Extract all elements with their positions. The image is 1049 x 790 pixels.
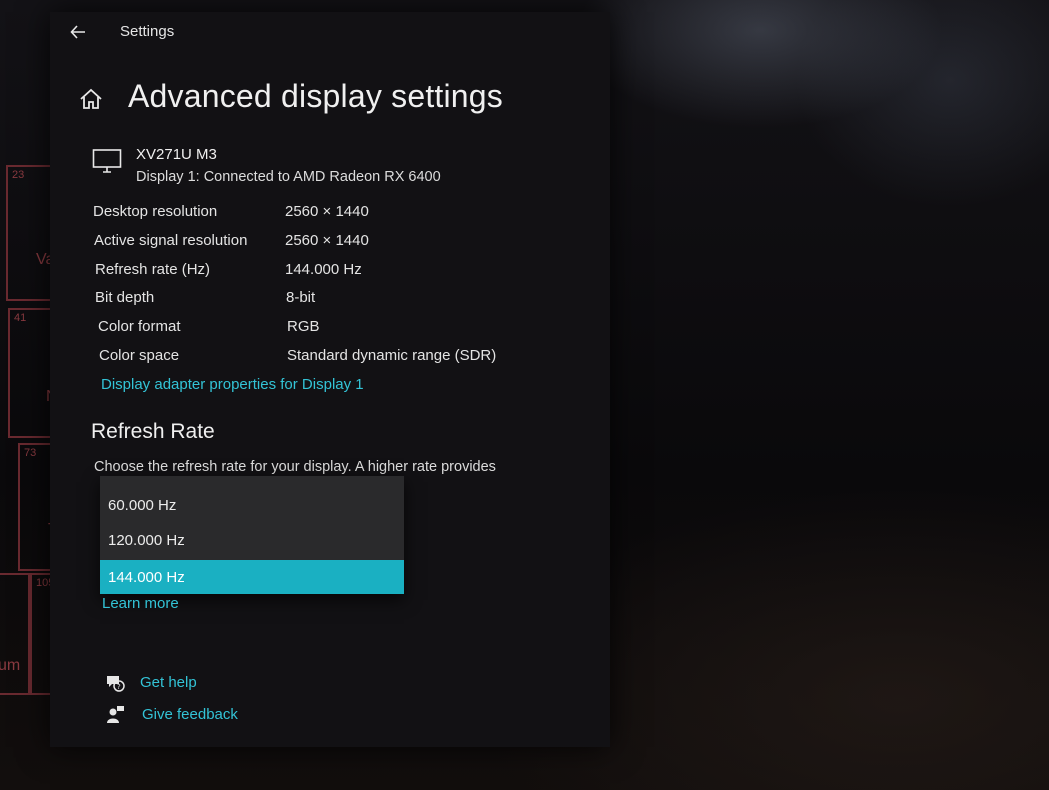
info-value: 2560 × 1440 bbox=[285, 203, 369, 220]
arrow-left-icon bbox=[70, 25, 85, 39]
wallpaper-cell-name: um bbox=[0, 657, 21, 674]
title-bar: Settings bbox=[50, 12, 610, 52]
refresh-option-144-selected[interactable]: 144.000 Hz bbox=[100, 560, 404, 594]
refresh-option-60[interactable]: 60.000 Hz bbox=[100, 488, 404, 522]
info-row-active-signal-resolution: Active signal resolution 2560 × 1440 bbox=[93, 232, 553, 261]
home-icon[interactable] bbox=[78, 86, 104, 112]
refresh-option-120[interactable]: 120.000 Hz bbox=[100, 523, 404, 557]
refresh-option-label: 144.000 Hz bbox=[108, 569, 185, 586]
learn-more-link[interactable]: Learn more bbox=[102, 595, 179, 612]
svg-text:?: ? bbox=[117, 683, 121, 691]
give-feedback-link[interactable]: Give feedback bbox=[142, 706, 238, 723]
window-title: Settings bbox=[120, 23, 175, 40]
wallpaper-cell-number: 23 bbox=[12, 169, 25, 181]
chat-help-icon: ? bbox=[107, 676, 125, 692]
info-label: Refresh rate (Hz) bbox=[95, 260, 211, 278]
monitor-connection: Display 1: Connected to AMD Radeon RX 64… bbox=[136, 169, 441, 185]
info-row-color-format: Color format RGB bbox=[93, 318, 553, 347]
wallpaper-cell: um bbox=[0, 573, 30, 695]
info-row-bit-depth: Bit depth 8-bit bbox=[93, 289, 553, 318]
refresh-rate-heading: Refresh Rate bbox=[91, 420, 215, 443]
get-help-link[interactable]: Get help bbox=[140, 674, 197, 691]
info-row-desktop-resolution: Desktop resolution 2560 × 1440 bbox=[93, 203, 553, 232]
info-label: Color space bbox=[99, 346, 180, 364]
page-title: Advanced display settings bbox=[128, 78, 503, 114]
info-value: RGB bbox=[287, 318, 320, 336]
feedback-person-icon bbox=[107, 706, 124, 723]
refresh-option-label: 120.000 Hz bbox=[108, 532, 185, 549]
info-row-color-space: Color space Standard dynamic range (SDR) bbox=[93, 347, 553, 376]
refresh-option-label: 60.000 Hz bbox=[108, 497, 177, 514]
info-label: Desktop resolution bbox=[93, 203, 218, 220]
refresh-rate-dropdown[interactable]: 60.000 Hz 120.000 Hz 144.000 Hz bbox=[100, 476, 404, 594]
settings-window: Settings Advanced display settings XV271… bbox=[50, 12, 610, 747]
info-label: Active signal resolution bbox=[94, 231, 248, 249]
refresh-rate-description: Choose the refresh rate for your display… bbox=[94, 459, 496, 475]
back-button[interactable] bbox=[66, 20, 90, 44]
wallpaper-cell-number: 41 bbox=[14, 312, 27, 324]
info-value: Standard dynamic range (SDR) bbox=[287, 346, 497, 364]
info-value: 2560 × 1440 bbox=[285, 231, 369, 249]
wallpaper-cell-number: 73 bbox=[24, 447, 37, 459]
display-info-table: Desktop resolution 2560 × 1440 Active si… bbox=[93, 203, 553, 376]
info-label: Bit depth bbox=[95, 289, 155, 307]
desktop-background: 23 Va 41 N Ni 73 Ta 105 D Du um bbox=[0, 0, 1049, 790]
info-label: Color format bbox=[98, 318, 181, 336]
display-adapter-properties-link[interactable]: Display adapter properties for Display 1 bbox=[101, 376, 364, 393]
info-row-refresh-rate: Refresh rate (Hz) 144.000 Hz bbox=[93, 261, 553, 290]
monitor-name: XV271U M3 bbox=[136, 146, 217, 163]
monitor-icon bbox=[92, 149, 122, 173]
info-value: 144.000 Hz bbox=[285, 260, 362, 278]
info-value: 8-bit bbox=[286, 289, 316, 307]
